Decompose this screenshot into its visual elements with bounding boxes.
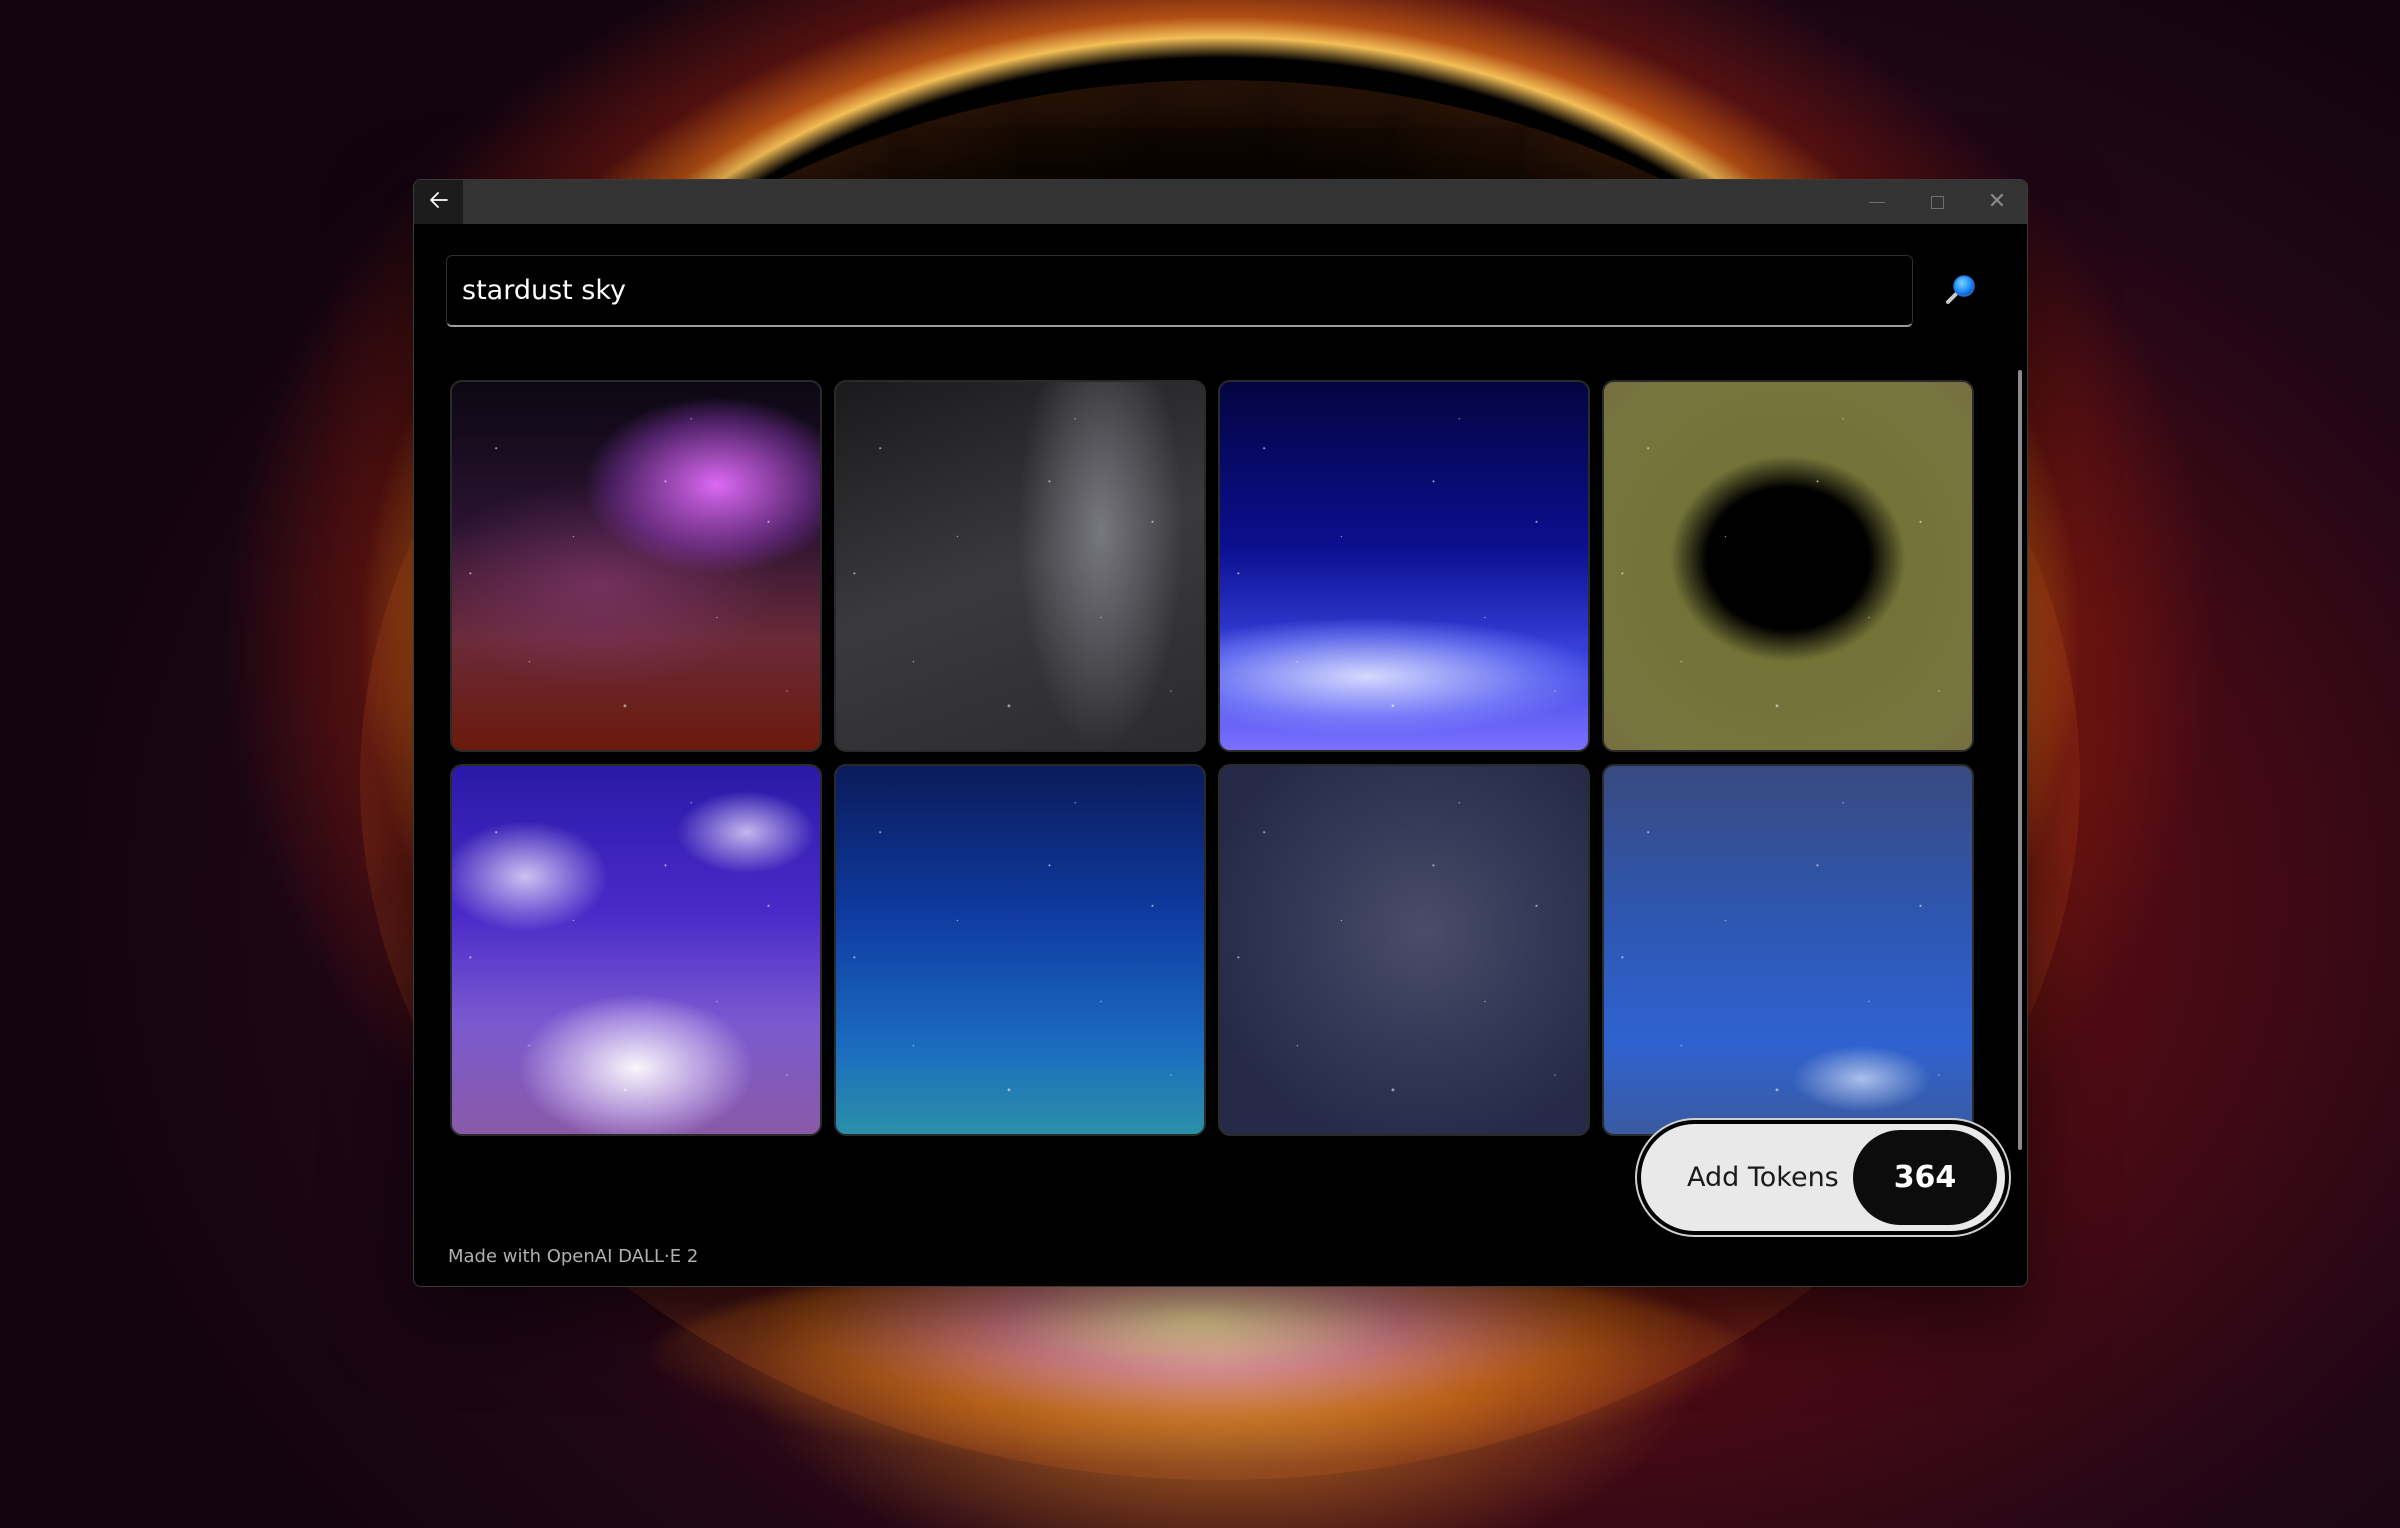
minimize-button[interactable] <box>1847 180 1907 224</box>
image-tile[interactable] <box>834 380 1206 752</box>
close-button[interactable]: ✕ <box>1967 180 2027 224</box>
back-button[interactable] <box>414 180 463 224</box>
maximize-button[interactable] <box>1907 180 1967 224</box>
window-controls: ✕ <box>1847 180 2027 224</box>
maximize-icon <box>1930 195 1944 209</box>
image-tile[interactable] <box>1602 380 1974 752</box>
footer-credit: Made with OpenAI DALL·E 2 <box>448 1246 699 1267</box>
image-tile[interactable] <box>450 380 822 752</box>
title-bar[interactable]: ✕ <box>414 180 2027 224</box>
stars-overlay <box>836 382 1204 750</box>
search-icon <box>1942 272 1978 312</box>
search-input[interactable] <box>447 256 1912 325</box>
stars-overlay <box>1220 766 1588 1134</box>
minimize-icon <box>1869 201 1885 203</box>
search-field[interactable] <box>446 255 1913 327</box>
wallpaper-glow <box>650 1260 1750 1460</box>
image-grid <box>450 380 2027 1136</box>
scrollbar[interactable] <box>2018 370 2022 1150</box>
search-button[interactable] <box>1940 272 1980 312</box>
token-count-badge: 364 <box>1853 1130 1997 1225</box>
image-tile[interactable] <box>450 764 822 1136</box>
image-tile[interactable] <box>1218 764 1590 1136</box>
stars-overlay <box>452 766 820 1134</box>
stars-overlay <box>1220 382 1588 750</box>
stars-overlay <box>1604 766 1972 1134</box>
image-tile[interactable] <box>1602 764 1974 1136</box>
stars-overlay <box>836 766 1204 1134</box>
image-tile[interactable] <box>834 764 1206 1136</box>
stars-overlay <box>452 382 820 750</box>
arrow-left-icon <box>429 190 449 215</box>
stars-overlay <box>1604 382 1972 750</box>
add-tokens-button[interactable]: Add Tokens 364 <box>1637 1120 2009 1235</box>
image-tile[interactable] <box>1218 380 1590 752</box>
add-tokens-label: Add Tokens <box>1687 1162 1839 1193</box>
close-icon: ✕ <box>1987 189 2007 214</box>
app-window: ✕ stardust sky Made with OpenAI DALL·E 2… <box>413 179 2028 1287</box>
